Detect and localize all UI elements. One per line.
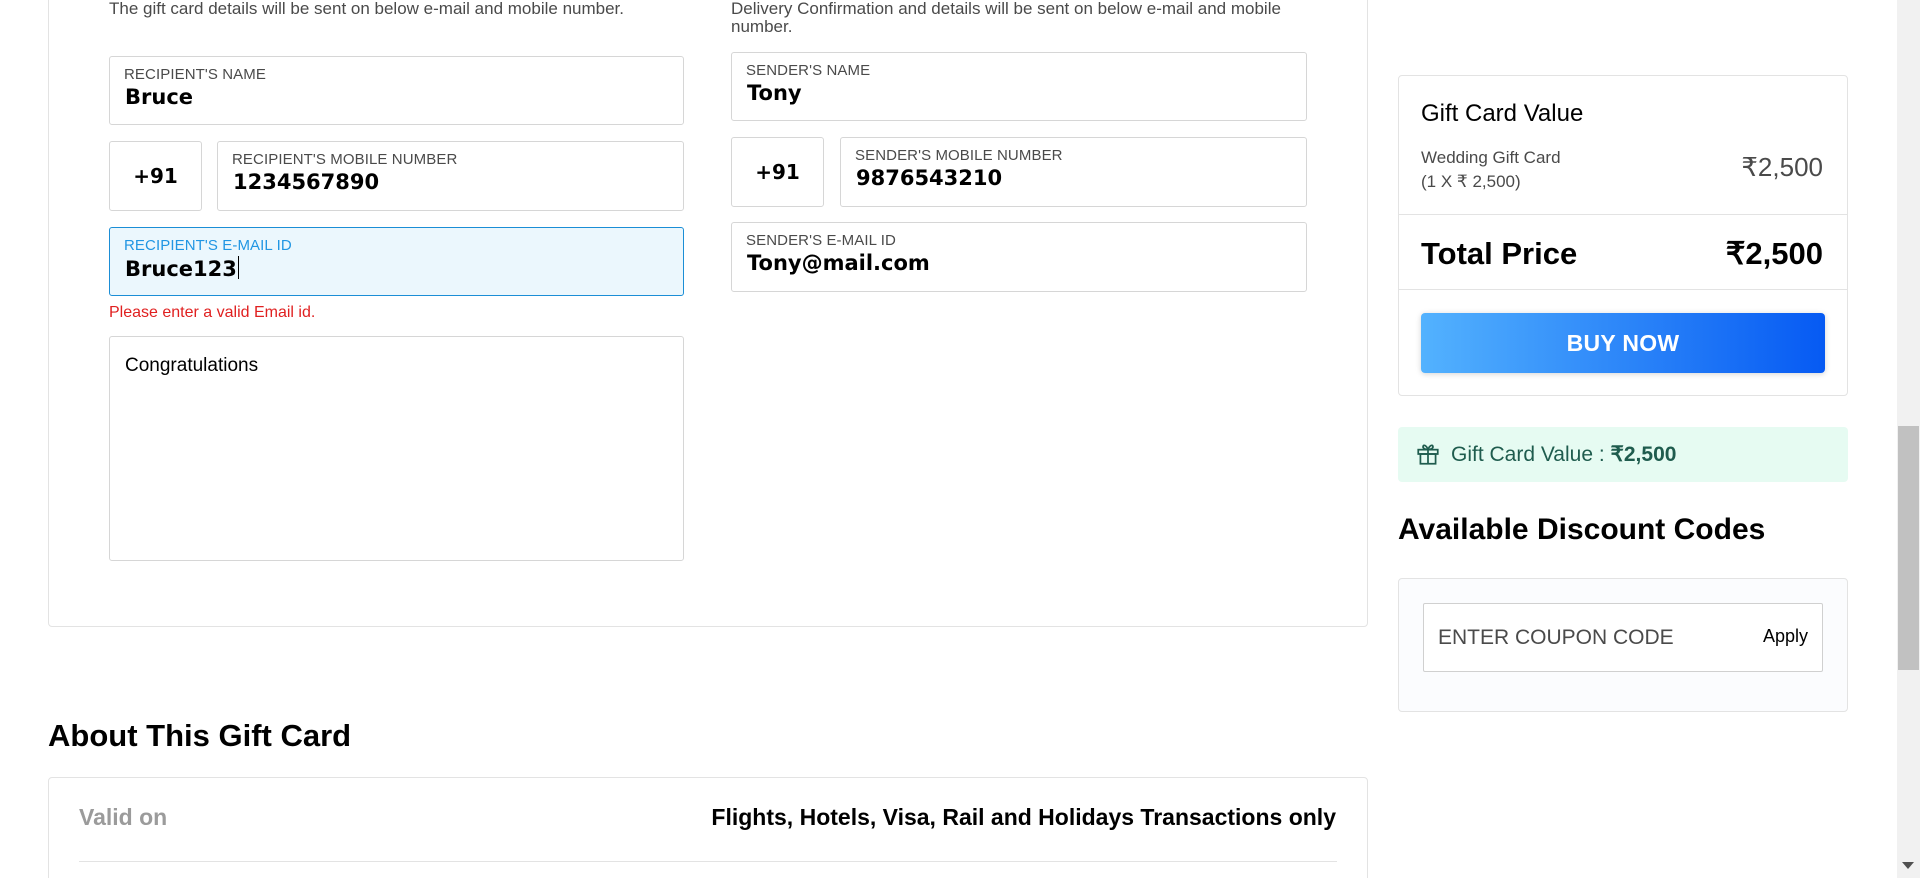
recipient-name-value: Bruce <box>125 85 194 109</box>
recipient-mobile-field[interactable]: RECIPIENT'S MOBILE NUMBER 1234567890 <box>217 141 684 211</box>
recipient-note: The gift card details will be sent on be… <box>109 0 624 18</box>
summary-item-price: ₹2,500 <box>1741 152 1823 182</box>
discount-codes-heading: Available Discount Codes <box>1398 513 1766 546</box>
sender-email-value: Tony@mail.com <box>747 251 930 275</box>
divider <box>79 861 1337 862</box>
recipient-email-value: Bruce123 <box>125 257 237 281</box>
sender-mobile-field[interactable]: SENDER'S MOBILE NUMBER 9876543210 <box>840 137 1307 207</box>
about-heading: About This Gift Card <box>48 718 352 753</box>
scrollbar-thumb[interactable] <box>1898 426 1919 670</box>
total-price-value: ₹2,500 <box>1725 236 1823 271</box>
coupon-code-input[interactable]: ENTER COUPON CODE Apply <box>1423 603 1823 672</box>
valid-on-value: Flights, Hotels, Visa, Rail and Holidays… <box>711 804 1336 830</box>
sender-name-value: Tony <box>747 81 802 105</box>
sender-email-label: SENDER'S E-MAIL ID <box>746 232 896 249</box>
gift-value-banner: Gift Card Value : ₹2,500 <box>1398 427 1848 482</box>
sender-note: Delivery Confirmation and details will b… <box>731 0 1281 36</box>
summary-item-name: Wedding Gift Card <box>1421 148 1561 167</box>
gift-message-text: Congratulations <box>125 355 259 376</box>
recipient-email-wrap: Bruce123 <box>125 256 239 281</box>
sender-country-code[interactable]: +91 <box>731 137 824 207</box>
recipient-name-field[interactable]: RECIPIENT'S NAME Bruce <box>109 56 684 125</box>
apply-coupon-button[interactable]: Apply <box>1763 626 1808 647</box>
buy-now-button[interactable]: BUY NOW <box>1421 313 1825 373</box>
email-error-message: Please enter a valid Email id. <box>109 304 316 321</box>
gift-value-text: Gift Card Value : ₹2,500 <box>1451 442 1676 467</box>
gift-value-label: Gift Card Value : <box>1451 443 1611 466</box>
scroll-down-arrow-icon[interactable] <box>1902 862 1914 869</box>
summary-item: Wedding Gift Card (1 X ₹ 2,500) <box>1421 146 1561 194</box>
sender-email-field[interactable]: SENDER'S E-MAIL ID Tony@mail.com <box>731 222 1307 292</box>
divider <box>1399 214 1847 215</box>
gift-value-amount: ₹2,500 <box>1610 443 1677 466</box>
recipient-mobile-label: RECIPIENT'S MOBILE NUMBER <box>232 151 458 168</box>
recipient-country-code[interactable]: +91 <box>109 141 202 211</box>
divider <box>1399 289 1847 290</box>
sender-mobile-label: SENDER'S MOBILE NUMBER <box>855 147 1063 164</box>
recipient-email-label: RECIPIENT'S E-MAIL ID <box>124 237 292 254</box>
valid-on-label: Valid on <box>79 804 168 830</box>
sender-name-field[interactable]: SENDER'S NAME Tony <box>731 52 1307 121</box>
summary-title: Gift Card Value <box>1421 100 1584 127</box>
total-price-label: Total Price <box>1421 236 1578 271</box>
recipient-email-field[interactable]: RECIPIENT'S E-MAIL ID Bruce123 <box>109 227 684 296</box>
gift-message-textarea[interactable]: Congratulations <box>109 336 684 561</box>
recipient-name-label: RECIPIENT'S NAME <box>124 66 266 83</box>
sender-name-label: SENDER'S NAME <box>746 62 871 79</box>
gift-icon <box>1417 444 1439 465</box>
summary-item-qty: (1 X ₹ 2,500) <box>1421 172 1521 191</box>
text-caret <box>237 256 239 279</box>
recipient-mobile-value: 1234567890 <box>233 170 380 194</box>
sender-mobile-value: 9876543210 <box>856 166 1003 190</box>
coupon-placeholder: ENTER COUPON CODE <box>1438 626 1674 649</box>
